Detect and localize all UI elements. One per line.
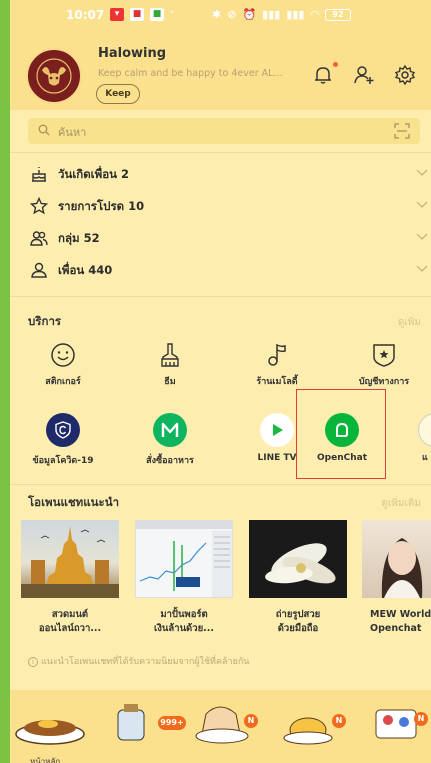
status-notification-icons: ▾ ■ ■ · <box>110 8 173 21</box>
openchat-card[interactable]: สวดมนต์ ออนไลน์ถวา... <box>20 520 120 636</box>
app-notification-icon: ■ <box>150 8 164 21</box>
flower-photo-thumbnail <box>249 520 347 598</box>
signal-icon: ▮▮▮ <box>286 8 305 21</box>
signal-icon: ▮▮▮ <box>262 8 281 21</box>
phone-screen: 10:07 ▾ ■ ■ · ✱ ⊘ ⏰ ▮▮▮ ▮▮▮ ◠ 92 Halowin <box>10 0 431 763</box>
status-bar: 10:07 ▾ ■ ■ · ✱ ⊘ ⏰ ▮▮▮ ▮▮▮ ◠ 92 <box>10 0 431 32</box>
bottom-tab-bar: 999+ N N N หน้าหลัก <box>10 690 431 763</box>
star-icon <box>30 197 48 215</box>
profile-name[interactable]: Halowing <box>98 46 166 61</box>
service-melody-shop[interactable]: ร้านเมโลดี้ <box>232 342 322 388</box>
service-label: ข้อมูลโควิด-19 <box>32 456 94 466</box>
services-more-link[interactable]: ดูเพิ่ม <box>398 315 421 330</box>
line-tv-play-icon <box>260 413 294 447</box>
dot-icon: · <box>170 8 174 18</box>
bell-icon[interactable] <box>312 64 334 86</box>
chevron-down-icon <box>416 169 428 176</box>
list-item-groups[interactable]: กลุ่ม 52 <box>28 224 428 252</box>
official-account-icon <box>373 344 395 367</box>
openchat-card-title: สวดมนต์ ออนไลน์ถวา... <box>38 609 102 634</box>
tab-chats[interactable] <box>94 690 178 763</box>
info-icon: i <box>28 657 38 667</box>
chevron-down-icon <box>416 265 428 272</box>
search-input[interactable]: ค้นหา <box>58 123 86 141</box>
service-theme[interactable]: ธีม <box>125 342 215 388</box>
divider <box>10 152 431 153</box>
brush-icon <box>161 343 179 367</box>
openchat-recommend-more-link[interactable]: ดูเพิ่มเติม <box>381 496 421 511</box>
status-time: 10:07 <box>66 8 105 22</box>
list-item-friends[interactable]: เพื่อน 440 <box>28 256 428 284</box>
search-bar[interactable]: ค้นหา <box>28 118 420 144</box>
openchat-card-title: MEW World Openchat <box>370 609 431 634</box>
profile-status-message[interactable]: Keep calm and be happy to 4ever AL... <box>98 68 303 79</box>
alarm-icon: ⏰ <box>242 8 257 21</box>
qr-scan-icon[interactable] <box>394 123 410 139</box>
chevron-down-icon <box>416 233 428 240</box>
notification-dot <box>333 62 338 67</box>
keep-button[interactable]: Keep <box>96 84 140 104</box>
service-official-account[interactable]: บัญชีทางการ <box>339 342 429 388</box>
app-notification-icon: ▾ <box>110 8 124 21</box>
chevron-down-icon <box>416 201 428 208</box>
profile-header: Halowing Keep calm and be happy to 4ever… <box>10 40 431 110</box>
service-food-order[interactable]: สั่งซื้ออาหาร <box>125 413 215 467</box>
tab-news[interactable] <box>262 690 346 763</box>
list-item-birthday[interactable]: วันเกิดเพื่อน 2 <box>28 160 428 188</box>
temple-thumbnail <box>21 520 119 598</box>
openchat-card[interactable]: ถ่ายรูปสวย ด้วยมือถือ <box>248 520 348 636</box>
person-icon <box>31 262 47 278</box>
list-item-label: เพื่อน 440 <box>58 263 113 277</box>
add-friend-icon[interactable] <box>353 64 375 86</box>
sticker-smile-icon <box>51 343 75 367</box>
openchat-card[interactable]: MEW World Openchat <box>362 520 431 636</box>
mute-icon: ⊘ <box>227 8 237 21</box>
tab-wallet[interactable] <box>346 690 431 763</box>
wifi-icon: ◠ <box>310 8 319 21</box>
cake-icon <box>32 167 46 182</box>
divider <box>10 484 431 485</box>
service-label: ร้านเมโลดี้ <box>256 377 298 387</box>
line-man-icon <box>153 413 187 447</box>
portrait-thumbnail <box>362 520 431 598</box>
music-note-icon <box>268 343 286 366</box>
openchat-recommend-note: i แนะนำโอเพนแชทที่ได้รับความนิยมจากผู้ใช้… <box>28 654 249 668</box>
service-next-partial[interactable] <box>418 413 431 447</box>
covid-shield-icon <box>46 413 80 447</box>
app-notification-icon: ■ <box>130 8 144 21</box>
openchat-recommend-title: โอเพนแชทแนะนำ <box>28 495 120 509</box>
avatar[interactable] <box>26 48 82 104</box>
openchat-card[interactable]: มาปั้นพอร์ต เงินล้านด้วย... <box>134 520 234 636</box>
list-item-label: วันเกิดเพื่อน 2 <box>58 167 129 181</box>
service-label: บัญชีทางการ <box>358 377 410 387</box>
service-label-partial: แ <box>422 453 428 463</box>
group-icon <box>30 231 48 246</box>
bluetooth-icon: ✱ <box>212 8 222 21</box>
tab-timeline[interactable] <box>178 690 262 763</box>
list-item-label: กลุ่ม 52 <box>58 231 100 245</box>
services-title: บริการ <box>28 314 62 328</box>
tab-home[interactable] <box>10 690 94 763</box>
list-item-favorites[interactable]: รายการโปรด 10 <box>28 192 428 220</box>
search-icon <box>38 124 50 136</box>
battery-icon: 92 <box>324 8 351 21</box>
service-sticker[interactable]: สติกเกอร์ <box>18 342 108 388</box>
divider <box>10 296 431 297</box>
service-covid-info[interactable]: ข้อมูลโควิด-19 <box>18 413 108 467</box>
highlight-box <box>296 389 386 479</box>
list-item-label: รายการโปรด 10 <box>58 199 145 213</box>
service-label: สั่งซื้ออาหาร <box>146 456 194 466</box>
gear-icon[interactable] <box>394 64 416 86</box>
service-label: สติกเกอร์ <box>45 377 81 387</box>
openchat-card-title: ถ่ายรูปสวย ด้วยมือถือ <box>275 609 321 634</box>
bull-logo-icon <box>36 58 72 94</box>
stock-chart-thumbnail <box>135 520 233 598</box>
openchat-card-title: มาปั้นพอร์ต เงินล้านด้วย... <box>154 609 214 634</box>
service-label: ธีม <box>164 377 176 387</box>
status-system-icons: ✱ ⊘ ⏰ ▮▮▮ ▮▮▮ ◠ 92 <box>212 8 351 21</box>
tab-home-label: หน้าหลัก <box>30 757 61 763</box>
